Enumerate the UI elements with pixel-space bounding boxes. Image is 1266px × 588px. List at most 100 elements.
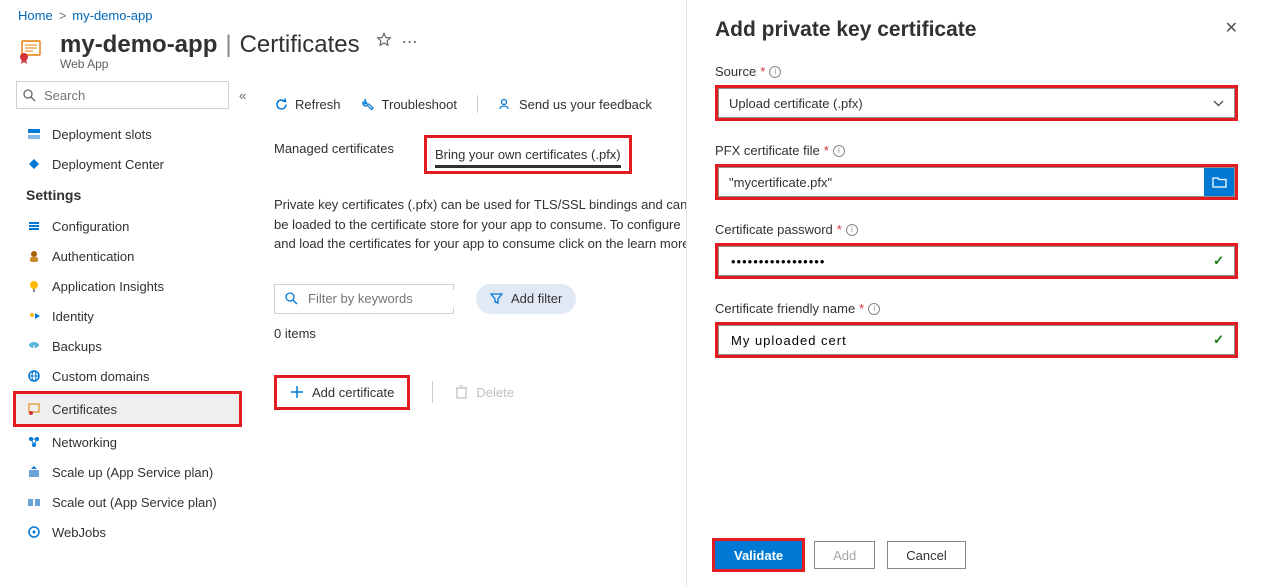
breadcrumb-home[interactable]: Home [18, 8, 53, 23]
sidebar-item-authentication[interactable]: Authentication [16, 241, 250, 271]
sidebar-item-deployment-slots[interactable]: Deployment slots [16, 119, 250, 149]
breadcrumb-sep: > [59, 8, 67, 23]
refresh-icon [274, 97, 289, 112]
add-certificate-label: Add certificate [312, 385, 394, 400]
insights-icon [26, 278, 42, 294]
sidebar-search-input[interactable] [42, 87, 222, 104]
page-title-section: Certificates [240, 31, 360, 59]
delete-label: Delete [476, 385, 514, 400]
sidebar-item-label: WebJobs [52, 525, 106, 540]
title-pipe: | [225, 31, 231, 59]
info-icon[interactable]: i [769, 66, 781, 78]
domains-icon [26, 368, 42, 384]
sidebar-item-custom-domains[interactable]: Custom domains [16, 361, 250, 391]
resource-type: Web App [60, 57, 418, 71]
sidebar-item-label: Application Insights [52, 279, 164, 294]
sidebar-item-label: Deployment Center [52, 157, 164, 172]
feedback-label: Send us your feedback [519, 97, 652, 112]
trash-icon [455, 385, 468, 399]
sidebar-item-configuration[interactable]: Configuration [16, 211, 250, 241]
refresh-label: Refresh [295, 97, 341, 112]
tab-managed-certificates[interactable]: Managed certificates [274, 135, 394, 174]
sidebar-item-webjobs[interactable]: WebJobs [16, 517, 250, 547]
delete-button[interactable]: Delete [455, 385, 514, 400]
feedback-button[interactable]: Send us your feedback [498, 97, 652, 112]
backups-icon [26, 338, 42, 354]
breadcrumb-app[interactable]: my-demo-app [72, 8, 152, 23]
search-icon [23, 89, 36, 102]
troubleshoot-button[interactable]: Troubleshoot [361, 97, 457, 112]
tab-bring-your-own-certificates[interactable]: Bring your own certificates (.pfx) [435, 141, 621, 168]
title-block: my-demo-app | Certificates ⋯ Web App [60, 31, 418, 71]
info-icon[interactable]: i [846, 224, 858, 236]
webjobs-icon [26, 524, 42, 540]
more-ellipsis-icon[interactable]: ⋯ [402, 32, 418, 52]
filter-icon [490, 292, 503, 305]
chevron-down-icon [1213, 100, 1224, 107]
sidebar-item-identity[interactable]: Identity [16, 301, 250, 331]
refresh-button[interactable]: Refresh [274, 97, 341, 112]
sidebar: « Deployment slots Deployment Center Set… [0, 71, 250, 588]
add-filter-button[interactable]: Add filter [476, 284, 576, 314]
check-icon: ✓ [1213, 332, 1224, 348]
sidebar-item-label: Identity [52, 309, 94, 324]
pfx-file-input[interactable]: "mycertificate.pfx" [718, 167, 1235, 197]
certificate-resource-icon [16, 36, 46, 66]
info-icon[interactable]: i [868, 303, 880, 315]
identity-icon [26, 308, 42, 324]
sidebar-item-certificates[interactable]: Certificates [16, 394, 239, 424]
sidebar-item-label: Deployment slots [52, 127, 152, 142]
collapse-sidebar-icon[interactable]: « [239, 88, 246, 103]
info-icon[interactable]: i [833, 145, 845, 157]
authentication-icon [26, 248, 42, 264]
search-icon [285, 292, 298, 305]
sidebar-item-label: Authentication [52, 249, 134, 264]
sidebar-item-label: Scale out (App Service plan) [52, 495, 217, 510]
troubleshoot-icon [361, 97, 376, 112]
toolbar-separator [477, 95, 478, 113]
close-icon[interactable]: ✕ [1225, 18, 1238, 38]
friendly-name-label: Certificate friendly name* i [715, 301, 1238, 316]
favorite-star-icon[interactable] [376, 32, 392, 52]
filter-keywords-input[interactable] [306, 290, 486, 307]
certificates-icon [26, 401, 42, 417]
friendly-name-value[interactable] [729, 332, 1213, 349]
source-select[interactable]: Upload certificate (.pfx) [718, 88, 1235, 118]
sidebar-item-label: Certificates [52, 402, 117, 417]
configuration-icon [26, 218, 42, 234]
validate-button[interactable]: Validate [715, 541, 802, 569]
sidebar-item-deployment-center[interactable]: Deployment Center [16, 149, 250, 179]
add-certificate-button[interactable]: Add certificate [277, 378, 407, 407]
sidebar-item-label: Backups [52, 339, 102, 354]
folder-icon [1212, 176, 1227, 188]
slots-icon [26, 126, 42, 142]
sidebar-item-label: Custom domains [52, 369, 150, 384]
sidebar-search[interactable] [16, 81, 229, 109]
sidebar-item-networking[interactable]: Networking [16, 427, 250, 457]
pfx-file-value: "mycertificate.pfx" [719, 175, 1204, 190]
sidebar-item-backups[interactable]: Backups [16, 331, 250, 361]
tab-description: Private key certificates (.pfx) can be u… [274, 195, 704, 254]
pfx-file-label: PFX certificate file* i [715, 143, 1238, 158]
action-separator [432, 381, 433, 403]
panel-footer: Validate Add Cancel [715, 523, 1238, 587]
source-label: Source* i [715, 64, 1238, 79]
scale-up-icon [26, 464, 42, 480]
sidebar-item-scale-up[interactable]: Scale up (App Service plan) [16, 457, 250, 487]
plus-icon [290, 385, 304, 399]
networking-icon [26, 434, 42, 450]
friendly-name-input[interactable]: ✓ [718, 325, 1235, 355]
sidebar-item-app-insights[interactable]: Application Insights [16, 271, 250, 301]
browse-file-button[interactable] [1204, 168, 1234, 196]
add-filter-label: Add filter [511, 291, 562, 306]
password-value[interactable] [729, 253, 1213, 270]
password-input[interactable]: ✓ [718, 246, 1235, 276]
add-button[interactable]: Add [814, 541, 875, 569]
source-value: Upload certificate (.pfx) [729, 96, 863, 111]
sidebar-item-scale-out[interactable]: Scale out (App Service plan) [16, 487, 250, 517]
filter-keywords[interactable] [274, 284, 454, 314]
troubleshoot-label: Troubleshoot [382, 97, 457, 112]
password-label: Certificate password* i [715, 222, 1238, 237]
feedback-icon [498, 97, 513, 112]
cancel-button[interactable]: Cancel [887, 541, 965, 569]
